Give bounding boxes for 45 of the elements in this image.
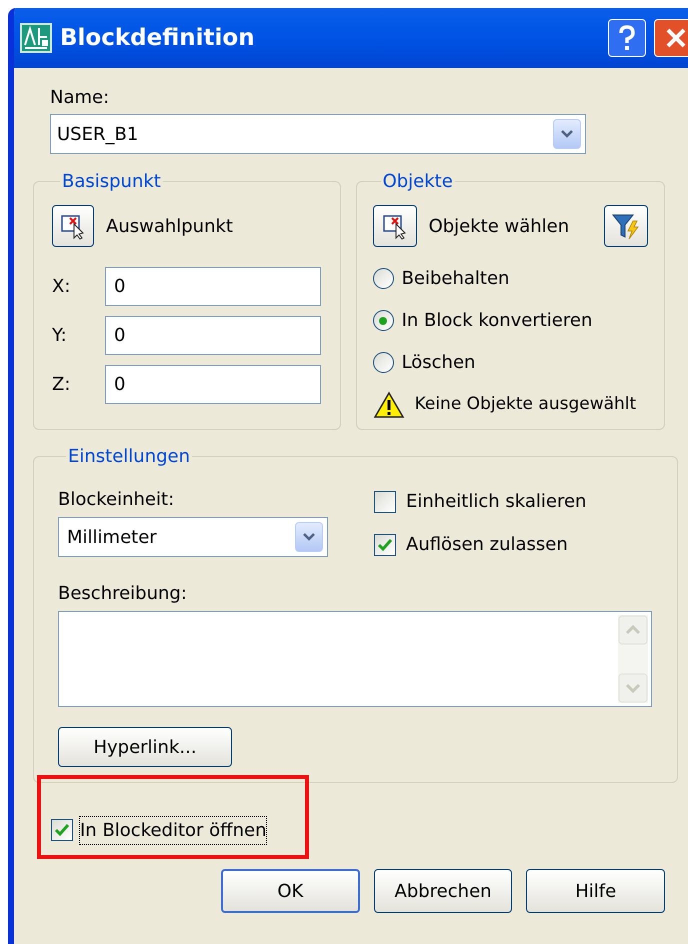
help-button[interactable]	[608, 19, 646, 57]
dialog-button[interactable]: Hilfe	[526, 869, 665, 913]
name-combobox[interactable]: USER_B1	[50, 114, 586, 154]
help-icon	[618, 25, 636, 51]
coordinate-field[interactable]: 0	[105, 267, 321, 306]
dialog-button[interactable]: Abbrechen	[374, 869, 512, 913]
close-button[interactable]	[654, 19, 688, 57]
unit-value: Millimeter	[67, 526, 157, 550]
unit-label: Blockeinheit:	[58, 488, 176, 512]
dialog-button[interactable]: OK	[221, 869, 360, 913]
coordinate-label: Z:	[52, 373, 72, 397]
radio-button[interactable]	[372, 352, 394, 373]
close-icon	[665, 27, 687, 49]
select-objects-button[interactable]	[372, 205, 417, 247]
coordinate-label: X:	[52, 275, 72, 299]
checkbox[interactable]	[51, 819, 73, 841]
warning-icon	[372, 391, 405, 419]
group-title: Basispunkt	[61, 170, 162, 194]
coordinate-field[interactable]: 0	[105, 365, 321, 404]
warning-text: Keine Objekte ausgewählt	[414, 393, 636, 416]
unit-combobox[interactable]: Millimeter	[58, 517, 328, 557]
name-value: USER_B1	[57, 122, 138, 146]
description-label: Beschreibung:	[58, 582, 188, 606]
radio-button[interactable]	[372, 310, 394, 331]
group-title: Objekte	[382, 170, 454, 194]
select-objects-label: Objekte wählen	[428, 214, 570, 238]
radio-label: In Block konvertieren	[402, 309, 592, 333]
checkbox[interactable]	[374, 490, 396, 512]
app-icon	[20, 23, 52, 53]
checkbox-label: Auflösen zulassen	[406, 533, 568, 557]
coordinate-label: Y:	[52, 324, 68, 348]
pick-point-button[interactable]	[52, 205, 94, 247]
checkbox-label: In Blockeditor öffnen	[79, 816, 268, 844]
quick-select-button[interactable]	[604, 205, 648, 247]
radio-label: Beibehalten	[402, 267, 510, 291]
coordinate-field[interactable]: 0	[105, 316, 321, 355]
hyperlink-button[interactable]: Hyperlink...	[58, 727, 232, 767]
checkbox-label: Einheitlich skalieren	[406, 490, 586, 514]
radio-label: Löschen	[402, 351, 476, 375]
checkbox[interactable]	[374, 534, 396, 556]
pick-point-label: Auswahlpunkt	[106, 214, 233, 238]
group-title: Einstellungen	[67, 445, 192, 469]
window-title: Blockdefinition	[60, 24, 256, 53]
name-label: Name:	[50, 86, 110, 110]
radio-button[interactable]	[372, 268, 394, 289]
